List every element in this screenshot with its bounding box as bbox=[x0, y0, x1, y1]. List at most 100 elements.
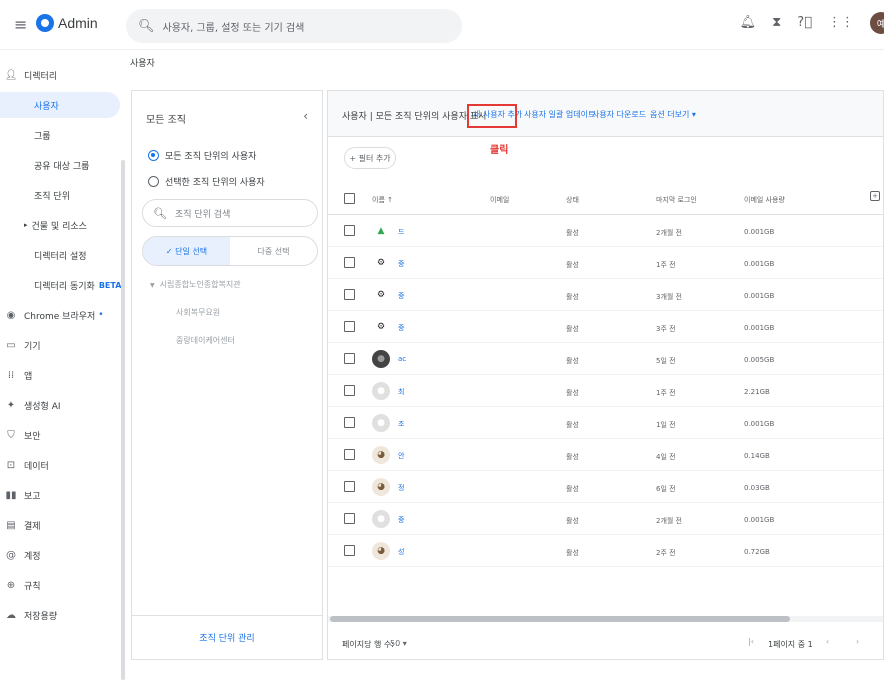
user-name-link[interactable]: 중 bbox=[398, 291, 404, 301]
add-filter-button[interactable]: + 필터 추가 bbox=[344, 147, 396, 169]
admin-logo-icon[interactable] bbox=[36, 14, 54, 32]
first-page-icon[interactable]: |‹ bbox=[748, 637, 754, 646]
user-name-link[interactable]: 중 bbox=[398, 323, 404, 333]
table-row[interactable]: ● 조 활성 1일 전 0.001GB bbox=[328, 407, 883, 439]
more-options-button[interactable]: 옵션 더보기 ▾ bbox=[650, 109, 696, 120]
user-email-usage: 0.001GB bbox=[744, 292, 775, 300]
row-checkbox[interactable] bbox=[344, 257, 355, 268]
table-row[interactable]: ▲ 드 활성 2개월 전 0.001GB bbox=[328, 215, 883, 247]
table-row[interactable]: ● 최 활성 1주 전 2.21GB bbox=[328, 375, 883, 407]
collapse-chevron-icon[interactable]: ‹ bbox=[303, 109, 308, 123]
column-email[interactable]: 이메일 bbox=[490, 195, 509, 205]
sidebar-item-genai[interactable]: ✦ 생성형 AI bbox=[4, 392, 61, 418]
apps-grid-icon[interactable]: ⋮⋮ bbox=[828, 15, 854, 30]
row-checkbox[interactable] bbox=[344, 513, 355, 524]
user-email-usage: 0.001GB bbox=[744, 324, 775, 332]
select-all-checkbox[interactable] bbox=[344, 193, 355, 204]
user-email-usage: 0.14GB bbox=[744, 452, 770, 460]
next-page-icon[interactable]: › bbox=[856, 637, 859, 646]
user-last-login: 6일 전 bbox=[656, 485, 676, 493]
sidebar-item-apps[interactable]: ⁞⁞ 앱 bbox=[4, 362, 32, 388]
hourglass-icon[interactable]: ⧗ bbox=[772, 15, 781, 30]
sidebar-item-reporting[interactable]: ▮▮ 보고 bbox=[4, 482, 40, 508]
bulk-update-button[interactable]: 사용자 일괄 업데이트 bbox=[524, 109, 595, 120]
row-checkbox[interactable] bbox=[344, 289, 355, 300]
row-checkbox[interactable] bbox=[344, 321, 355, 332]
table-row[interactable]: ◕ 안 활성 4일 전 0.14GB bbox=[328, 439, 883, 471]
photo-avatar: ● bbox=[372, 350, 390, 368]
table-row[interactable]: ● 중 활성 2개월 전 0.001GB bbox=[328, 503, 883, 535]
chrome-icon: ◉ bbox=[6, 309, 16, 321]
org-tree-node[interactable]: 중랑데이케어센터 bbox=[176, 335, 235, 346]
column-status[interactable]: 상태 bbox=[566, 195, 579, 205]
user-email-usage: 0.001GB bbox=[744, 516, 775, 524]
sidebar-item-data[interactable]: ⊡ 데이터 bbox=[4, 452, 49, 478]
user-name-link[interactable]: 조 bbox=[398, 419, 404, 429]
column-name[interactable]: 이름 ↑ bbox=[372, 195, 393, 205]
account-avatar[interactable]: 예 bbox=[870, 12, 884, 34]
org-tree-root[interactable]: ▼ 시립종합노인종합복지관 bbox=[150, 279, 241, 290]
sidebar-item-storage[interactable]: ☁︎ 저장용량 bbox=[4, 602, 57, 628]
sidebar-scrollbar[interactable] bbox=[121, 160, 125, 680]
rows-per-page-select[interactable]: 50 ▾ bbox=[390, 639, 407, 648]
row-checkbox[interactable] bbox=[344, 545, 355, 556]
column-settings-icon[interactable]: + bbox=[870, 191, 880, 201]
sidebar-item-chrome[interactable]: ◉ Chrome 브라우저 • bbox=[4, 302, 104, 328]
sidebar-item-account[interactable]: @ 계정 bbox=[4, 542, 41, 568]
sidebar-item-groups[interactable]: 그룹 bbox=[34, 122, 51, 148]
shield-icon: ⛉ bbox=[7, 429, 15, 441]
sidebar-item-users[interactable]: 사용자 bbox=[0, 92, 120, 118]
search-bar[interactable]: 🔍︎ 사용자, 그룹, 설정 또는 기기 검색 bbox=[126, 9, 462, 43]
org-search-field[interactable]: 🔍︎ 조직 단위 검색 bbox=[142, 199, 318, 227]
sidebar-item-org-units[interactable]: 조직 단위 bbox=[34, 182, 70, 208]
search-input[interactable]: 사용자, 그룹, 설정 또는 기기 검색 bbox=[163, 19, 305, 34]
table-row[interactable]: ● ac 활성 5일 전 0.005GB bbox=[328, 343, 883, 375]
app-name[interactable]: Admin bbox=[58, 15, 98, 31]
row-checkbox[interactable] bbox=[344, 449, 355, 460]
org-tree-node[interactable]: 사회복무요원 bbox=[176, 307, 220, 318]
user-name-link[interactable]: 안 bbox=[398, 451, 404, 461]
single-select-button[interactable]: ✓ 단일 선택 bbox=[143, 237, 230, 265]
column-email-usage[interactable]: 이메일 사용량 bbox=[744, 195, 785, 205]
radio-selected-org-units[interactable]: 선택한 조직 단위의 사용자 bbox=[148, 175, 265, 188]
user-name-link[interactable]: 중 bbox=[398, 515, 404, 525]
download-users-button[interactable]: 사용자 다운로드 bbox=[592, 109, 646, 120]
sidebar-item-billing[interactable]: ▤ 결제 bbox=[4, 512, 40, 538]
table-row[interactable]: ⚙︎ 중 활성 1주 전 0.001GB bbox=[328, 247, 883, 279]
prev-page-icon[interactable]: ‹ bbox=[826, 637, 829, 646]
sidebar-item-security[interactable]: ⛉ 보안 bbox=[4, 422, 40, 448]
search-icon: 🔍︎ bbox=[138, 18, 155, 34]
user-name-link[interactable]: 성 bbox=[398, 547, 404, 557]
beta-badge: BETA bbox=[98, 280, 122, 290]
user-last-login: 4일 전 bbox=[656, 453, 676, 461]
user-name-link[interactable]: 중 bbox=[398, 259, 404, 269]
multi-select-button[interactable]: 다중 선택 bbox=[230, 237, 317, 265]
radio-all-org-units[interactable]: 모든 조직 단위의 사용자 bbox=[148, 149, 256, 162]
row-checkbox[interactable] bbox=[344, 481, 355, 492]
row-checkbox[interactable] bbox=[344, 417, 355, 428]
table-row[interactable]: ◕ 성 활성 2주 전 0.72GB bbox=[328, 535, 883, 567]
sidebar-section-directory[interactable]: 👤︎ 디렉터리 bbox=[4, 62, 57, 88]
table-row[interactable]: ⚙︎ 중 활성 3개월 전 0.001GB bbox=[328, 279, 883, 311]
menu-icon[interactable]: ≡ bbox=[14, 15, 27, 34]
user-name-link[interactable]: ac bbox=[398, 355, 406, 363]
table-row[interactable]: ◕ 정 활성 6일 전 0.03GB bbox=[328, 471, 883, 503]
sidebar-item-rules[interactable]: ⊕ 규칙 bbox=[4, 572, 41, 598]
user-name-link[interactable]: 최 bbox=[398, 387, 404, 397]
sidebar-item-directory-sync[interactable]: 디렉터리 동기화 BETA bbox=[34, 272, 121, 298]
user-name-link[interactable]: 정 bbox=[398, 483, 404, 493]
bell-icon[interactable]: 🔔︎ bbox=[740, 15, 757, 30]
sidebar-item-buildings[interactable]: ▸ 건물 및 리소스 bbox=[24, 212, 87, 238]
column-last-login[interactable]: 마지막 로그인 bbox=[656, 195, 697, 205]
row-checkbox[interactable] bbox=[344, 385, 355, 396]
sidebar-item-directory-settings[interactable]: 디렉터리 설정 bbox=[34, 242, 87, 268]
row-checkbox[interactable] bbox=[344, 353, 355, 364]
help-icon[interactable]: ?⃝ bbox=[797, 15, 812, 30]
row-checkbox[interactable] bbox=[344, 225, 355, 236]
user-name-link[interactable]: 드 bbox=[398, 227, 404, 237]
sidebar-item-shared-groups[interactable]: 공유 대상 그룹 bbox=[34, 152, 89, 178]
table-row[interactable]: ⚙︎ 중 활성 3주 전 0.001GB bbox=[328, 311, 883, 343]
bar-chart-icon: ▮▮ bbox=[5, 489, 17, 501]
sidebar-item-devices[interactable]: ▭ 기기 bbox=[4, 332, 40, 358]
manage-org-units-button[interactable]: 조직 단위 관리 bbox=[132, 615, 322, 659]
